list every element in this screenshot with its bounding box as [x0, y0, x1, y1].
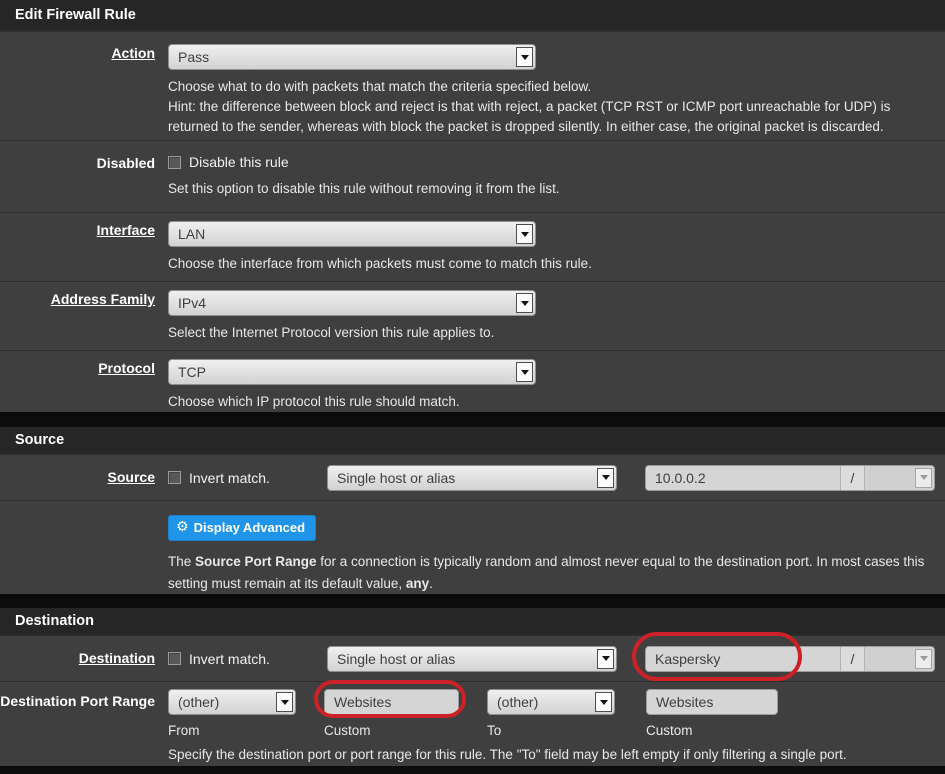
port-to-sublabel: To	[487, 723, 615, 738]
dropdown-arrow-icon[interactable]	[597, 649, 614, 669]
source-panel: Source Source Invert match. Single host …	[0, 427, 945, 594]
destination-port-range-label: Destination Port Range	[0, 693, 155, 709]
disable-rule-checkbox-label[interactable]: Disable this rule	[189, 154, 289, 170]
dropdown-arrow-icon[interactable]	[276, 692, 293, 712]
destination-port-help: Specify the destination port or port ran…	[168, 747, 935, 762]
interface-select[interactable]: LAN	[168, 221, 536, 247]
dropdown-arrow-icon[interactable]	[516, 293, 533, 313]
destination-row: Destination Invert match. Single host or…	[0, 635, 945, 681]
port-to-custom-input[interactable]	[646, 689, 778, 715]
mask-separator: /	[840, 647, 865, 671]
action-label[interactable]: Action	[111, 45, 155, 61]
action-help-line2: Hint: the difference between block and r…	[168, 97, 935, 137]
source-label[interactable]: Source	[108, 469, 155, 485]
destination-label[interactable]: Destination	[79, 650, 155, 666]
source-address-input[interactable]	[646, 466, 840, 490]
protocol-help: Choose which IP protocol this rule shoul…	[168, 392, 935, 412]
interface-help: Choose the interface from which packets …	[168, 254, 935, 274]
edit-firewall-rule-panel: Edit Firewall Rule Action Pass Choose wh…	[0, 0, 945, 412]
destination-address-group: /	[645, 646, 935, 672]
dropdown-arrow-icon	[915, 649, 932, 669]
destination-address-input[interactable]	[646, 647, 840, 671]
edit-firewall-rule-page: Edit Firewall Rule Action Pass Choose wh…	[0, 0, 945, 774]
port-from-sublabel: From	[168, 723, 296, 738]
destination-mask-select[interactable]	[865, 647, 934, 671]
address-family-row: Address Family IPv4 Select the Internet …	[0, 281, 945, 350]
port-from-custom-sublabel: Custom	[324, 723, 459, 738]
disable-rule-checkbox[interactable]	[168, 156, 181, 169]
dropdown-arrow-icon[interactable]	[516, 362, 533, 382]
destination-panel: Destination Destination Invert match. Si…	[0, 608, 945, 766]
dropdown-arrow-icon[interactable]	[597, 468, 614, 488]
dropdown-arrow-icon[interactable]	[516, 224, 533, 244]
address-family-help: Select the Internet Protocol version thi…	[168, 323, 935, 343]
protocol-label[interactable]: Protocol	[98, 360, 155, 376]
action-row: Action Pass Choose what to do with packe…	[0, 31, 945, 140]
destination-panel-title: Destination	[0, 608, 945, 635]
protocol-select[interactable]: TCP	[168, 359, 536, 385]
destination-invert-label[interactable]: Invert match.	[189, 651, 270, 667]
address-family-label[interactable]: Address Family	[51, 291, 155, 307]
panel-title: Edit Firewall Rule	[0, 0, 945, 31]
port-from-select[interactable]: (other)	[168, 689, 296, 715]
disabled-row: Disabled Disable this rule Set this opti…	[0, 140, 945, 212]
source-invert-checkbox[interactable]	[168, 471, 181, 484]
disabled-label: Disabled	[97, 155, 155, 171]
destination-invert-checkbox[interactable]	[168, 652, 181, 665]
mask-separator: /	[840, 466, 865, 490]
source-mask-select[interactable]	[865, 466, 934, 490]
port-from-custom-input[interactable]	[324, 689, 459, 715]
source-row: Source Invert match. Single host or alia…	[0, 454, 945, 500]
action-help-line1: Choose what to do with packets that matc…	[168, 77, 935, 97]
source-address-group: /	[645, 465, 935, 491]
destination-port-range-row: Destination Port Range (other) From Cust…	[0, 681, 945, 766]
address-family-select[interactable]: IPv4	[168, 290, 536, 316]
interface-label[interactable]: Interface	[97, 222, 155, 238]
port-to-custom-sublabel: Custom	[646, 723, 778, 738]
disabled-help: Set this option to disable this rule wit…	[168, 179, 935, 199]
display-advanced-button[interactable]: ⚙ Display Advanced	[168, 515, 316, 541]
gear-icon: ⚙	[176, 521, 189, 534]
dropdown-arrow-icon[interactable]	[595, 692, 612, 712]
port-to-select[interactable]: (other)	[487, 689, 615, 715]
destination-type-select[interactable]: Single host or alias	[327, 646, 617, 672]
source-port-range-help: The Source Port Range for a connection i…	[168, 551, 935, 595]
source-type-select[interactable]: Single host or alias	[327, 465, 617, 491]
source-invert-label[interactable]: Invert match.	[189, 470, 270, 486]
source-panel-title: Source	[0, 427, 945, 454]
protocol-row: Protocol TCP Choose which IP protocol th…	[0, 350, 945, 412]
source-advanced-row: ⚙ Display Advanced The Source Port Range…	[0, 500, 945, 594]
interface-row: Interface LAN Choose the interface from …	[0, 212, 945, 281]
dropdown-arrow-icon	[915, 468, 932, 488]
action-select[interactable]: Pass	[168, 44, 536, 70]
dropdown-arrow-icon[interactable]	[516, 47, 533, 67]
